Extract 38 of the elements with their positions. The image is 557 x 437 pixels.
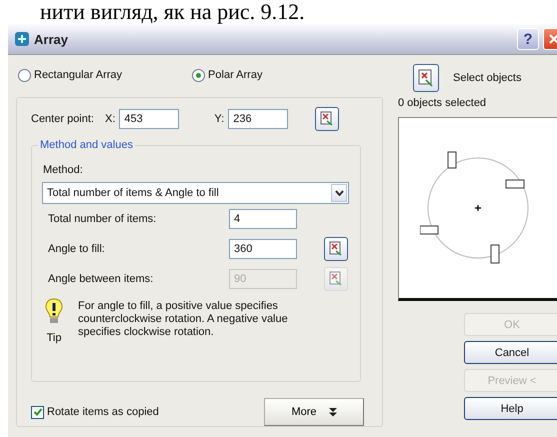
y-field[interactable]: 236 [228,109,288,130]
more-button[interactable]: More [264,398,364,426]
group-title: Method and values [38,138,135,151]
pick-point-icon [329,270,343,287]
close-icon [548,33,557,45]
selection-status: 0 objects selected [398,97,488,109]
field-label: X: [105,113,116,126]
field-label: Center point: [31,113,95,126]
pick-point-icon [320,111,334,128]
field-label: Angle between items: [48,272,154,285]
rotate-checkbox[interactable]: Rotate items as copied [31,406,159,418]
app-icon [14,31,30,47]
double-down-arrow-icon [328,408,337,416]
document-text: нити вигляд, як на рис. 9.12. [39,0,305,24]
pick-point-button[interactable] [324,236,348,261]
method-dropdown[interactable]: Total number of items & Angle to fill [42,182,349,204]
field-label: Y: [214,113,224,126]
pick-point-icon [329,240,343,257]
tip-text: For angle to fill, a positive value specifies counterclockwise rotation. A negative value specifies clockwise rotation. [78,300,289,340]
checkmark-icon [32,407,42,417]
field-label: Total number of items: [48,212,158,225]
input-field[interactable]: 360 [229,238,297,259]
window-title: Array [34,32,68,46]
select-objects-label: Select objects [453,72,522,84]
array-type-radio[interactable]: Rectangular Array [18,68,122,82]
field-label: Method: [43,164,84,178]
input-field[interactable]: 4 [229,208,297,229]
dialog-button[interactable]: Help [464,397,557,420]
lightbulb-icon [45,298,63,326]
tip-label: Tip [46,332,62,344]
help-button[interactable]: ? [517,28,539,50]
select-objects-button[interactable] [413,64,439,92]
array-type-radio[interactable]: Polar Array [192,68,262,82]
x-field[interactable]: 453 [119,109,180,130]
field-label: Angle to fill: [48,242,106,255]
dialog-button[interactable]: Cancel [464,341,557,364]
select-objects-icon [418,69,434,87]
pick-point-button[interactable] [315,107,340,132]
